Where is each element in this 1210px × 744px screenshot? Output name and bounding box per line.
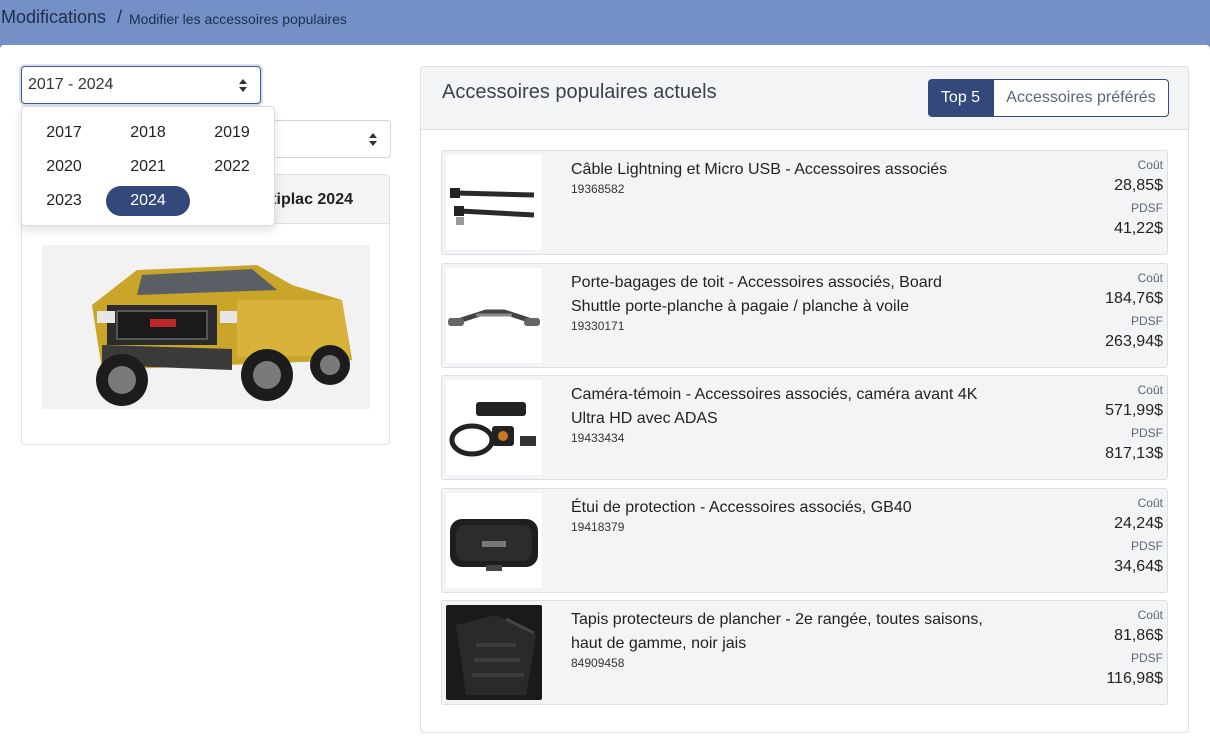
accessory-item[interactable]: Porte-bagages de toit - Accessoires asso… bbox=[441, 263, 1168, 368]
accessory-item[interactable]: Caméra-témoin - Accessoires associés, ca… bbox=[441, 375, 1168, 480]
item-sku: 19368582 bbox=[571, 182, 625, 196]
top-bar: Modifications / Modifier les accessoires… bbox=[0, 0, 1210, 45]
msrp-label: PDSF bbox=[1130, 426, 1163, 440]
msrp-label: PDSF bbox=[1130, 651, 1163, 665]
tab-top5[interactable]: Top 5 bbox=[928, 79, 993, 117]
accessory-item[interactable]: Étui de protection - Accessoires associé… bbox=[441, 488, 1168, 593]
breadcrumb-main[interactable]: Modifications bbox=[1, 7, 106, 28]
select-caret-icon bbox=[238, 79, 248, 93]
cost-label: Coût bbox=[1137, 496, 1163, 510]
item-name: Tapis protecteurs de plancher - 2e rangé… bbox=[571, 611, 983, 652]
msrp-value: 817,13$ bbox=[1105, 445, 1163, 462]
year-range-value: 2017 - 2024 bbox=[28, 76, 114, 93]
year-dropdown: 2017 2018 2019 2020 2021 2022 2023 2024 bbox=[21, 106, 275, 226]
year-option-2017[interactable]: 2017 bbox=[22, 118, 106, 148]
item-sku: 84909458 bbox=[571, 656, 625, 670]
cost-value: 24,24$ bbox=[1114, 515, 1163, 532]
msrp-value: 116,98$ bbox=[1106, 670, 1163, 687]
select-caret-icon bbox=[368, 133, 378, 147]
item-name: Câble Lightning et Micro USB - Accessoir… bbox=[571, 161, 948, 178]
panel-title: Accessoires populaires actuels bbox=[442, 81, 717, 103]
year-option-2018[interactable]: 2018 bbox=[106, 118, 190, 148]
year-option-2020[interactable]: 2020 bbox=[22, 152, 106, 182]
item-sku: 19433434 bbox=[571, 431, 625, 445]
msrp-value: 34,64$ bbox=[1114, 558, 1163, 575]
cost-label: Coût bbox=[1137, 608, 1163, 622]
year-option-2021[interactable]: 2021 bbox=[106, 152, 190, 182]
panel-header: Accessoires populaires actuels Top 5 Acc… bbox=[421, 67, 1188, 130]
cost-label: Coût bbox=[1137, 271, 1163, 285]
year-range-select[interactable]: 2017 - 2024 bbox=[21, 66, 261, 104]
cost-label: Coût bbox=[1137, 158, 1163, 172]
cable-icon bbox=[446, 155, 542, 250]
dash-camera-icon bbox=[446, 380, 542, 475]
msrp-label: PDSF bbox=[1130, 539, 1163, 553]
cost-value: 28,85$ bbox=[1114, 177, 1163, 194]
year-option-2019[interactable]: 2019 bbox=[190, 118, 274, 148]
msrp-label: PDSF bbox=[1130, 314, 1163, 328]
msrp-label: PDSF bbox=[1130, 201, 1163, 215]
cost-value: 81,86$ bbox=[1114, 627, 1163, 644]
year-option-2022[interactable]: 2022 bbox=[190, 152, 274, 182]
item-sku: 19330171 bbox=[571, 319, 625, 333]
item-sku: 19418379 bbox=[571, 520, 625, 534]
accessory-item[interactable]: Tapis protecteurs de plancher - 2e rangé… bbox=[441, 600, 1168, 705]
truck-image bbox=[42, 245, 370, 409]
accessory-item[interactable]: Câble Lightning et Micro USB - Accessoir… bbox=[441, 150, 1168, 255]
msrp-value: 41,22$ bbox=[1114, 220, 1163, 237]
breadcrumb-current: Modifier les accessoires populaires bbox=[129, 11, 347, 27]
tab-favorites[interactable]: Accessoires préférés bbox=[993, 79, 1169, 117]
floor-mat-icon bbox=[446, 605, 542, 700]
protective-case-icon bbox=[446, 493, 542, 588]
year-option-2023[interactable]: 2023 bbox=[22, 186, 106, 216]
roof-rack-icon bbox=[446, 268, 542, 363]
cost-value: 571,99$ bbox=[1105, 402, 1163, 419]
vehicle-title: tiplac 2024 bbox=[271, 191, 353, 208]
msrp-value: 263,94$ bbox=[1105, 333, 1163, 350]
year-option-2024[interactable]: 2024 bbox=[106, 186, 190, 216]
item-name: Porte-bagages de toit - Accessoires asso… bbox=[571, 274, 942, 315]
cost-value: 184,76$ bbox=[1105, 290, 1163, 307]
item-name: Étui de protection - Accessoires associé… bbox=[571, 499, 912, 516]
item-name: Caméra-témoin - Accessoires associés, ca… bbox=[571, 386, 978, 427]
cost-label: Coût bbox=[1137, 383, 1163, 397]
breadcrumb-separator: / bbox=[117, 7, 123, 27]
